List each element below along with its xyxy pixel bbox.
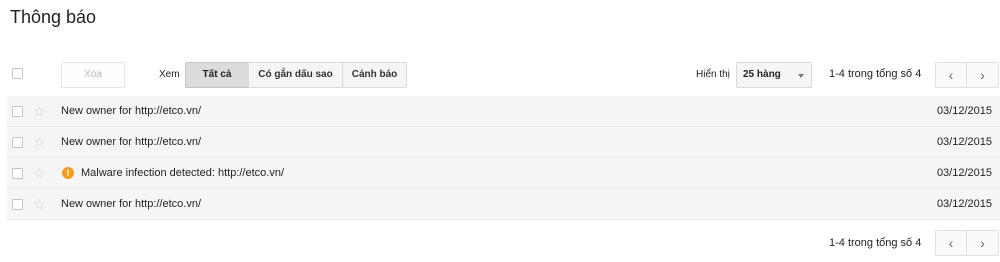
filter-starred-tab[interactable]: Có gắn dấu sao [248, 62, 343, 88]
message-list: ☆ New owner for http://etco.vn/ 03/12/20… [7, 96, 1000, 220]
footer-prev-page-button[interactable]: ‹ [935, 230, 967, 256]
star-icon[interactable]: ☆ [33, 134, 46, 150]
message-subject[interactable]: New owner for http://etco.vn/ [61, 136, 201, 148]
rows-per-page-value: 25 hàng [743, 69, 781, 80]
footer-next-page-button[interactable]: › [967, 230, 999, 256]
next-page-button[interactable]: › [967, 62, 999, 88]
message-subject[interactable]: New owner for http://etco.vn/ [61, 198, 201, 210]
list-item[interactable]: ☆ New owner for http://etco.vn/ 03/12/20… [7, 127, 1000, 158]
message-subject[interactable]: Malware infection detected: http://etco.… [81, 167, 284, 179]
delete-button[interactable]: Xóa [61, 62, 125, 88]
message-date: 03/12/2015 [936, 105, 992, 117]
star-icon[interactable]: ☆ [33, 103, 46, 119]
star-icon[interactable]: ☆ [33, 196, 46, 212]
row-checkbox[interactable] [12, 168, 23, 179]
footer-pagination-text: 1-4 trong tổng số 4 [829, 237, 922, 249]
star-icon[interactable]: ☆ [33, 165, 46, 181]
chevron-down-icon [798, 74, 804, 78]
row-checkbox[interactable] [12, 199, 23, 210]
message-date: 03/12/2015 [936, 198, 992, 210]
chevron-right-icon: › [980, 235, 985, 251]
show-label: Hiển thị [696, 69, 730, 80]
row-checkbox[interactable] [12, 106, 23, 117]
warning-icon: ! [62, 167, 74, 179]
pagination-text: 1-4 trong tổng số 4 [829, 68, 922, 80]
filter-all-tab[interactable]: Tất cả [185, 62, 249, 88]
message-date: 03/12/2015 [936, 167, 992, 179]
message-subject[interactable]: New owner for http://etco.vn/ [61, 105, 201, 117]
prev-page-button[interactable]: ‹ [935, 62, 967, 88]
list-item[interactable]: ☆ New owner for http://etco.vn/ 03/12/20… [7, 189, 1000, 220]
chevron-left-icon: ‹ [948, 67, 954, 83]
filter-alerts-tab[interactable]: Cảnh báo [342, 62, 407, 88]
view-label: Xem [159, 69, 180, 80]
rows-per-page-select[interactable]: 25 hàng [736, 62, 812, 88]
toolbar: Xóa Xem Tất cả Có gắn dấu sao Cảnh báo H… [0, 58, 1000, 90]
chevron-right-icon: › [980, 67, 985, 83]
chevron-left-icon: ‹ [948, 235, 954, 251]
message-date: 03/12/2015 [936, 136, 992, 148]
select-all-checkbox[interactable] [12, 68, 23, 79]
list-item[interactable]: ☆ ! Malware infection detected: http://e… [7, 158, 1000, 189]
row-checkbox[interactable] [12, 137, 23, 148]
list-item[interactable]: ☆ New owner for http://etco.vn/ 03/12/20… [7, 96, 1000, 127]
page-title: Thông báo [10, 7, 97, 27]
